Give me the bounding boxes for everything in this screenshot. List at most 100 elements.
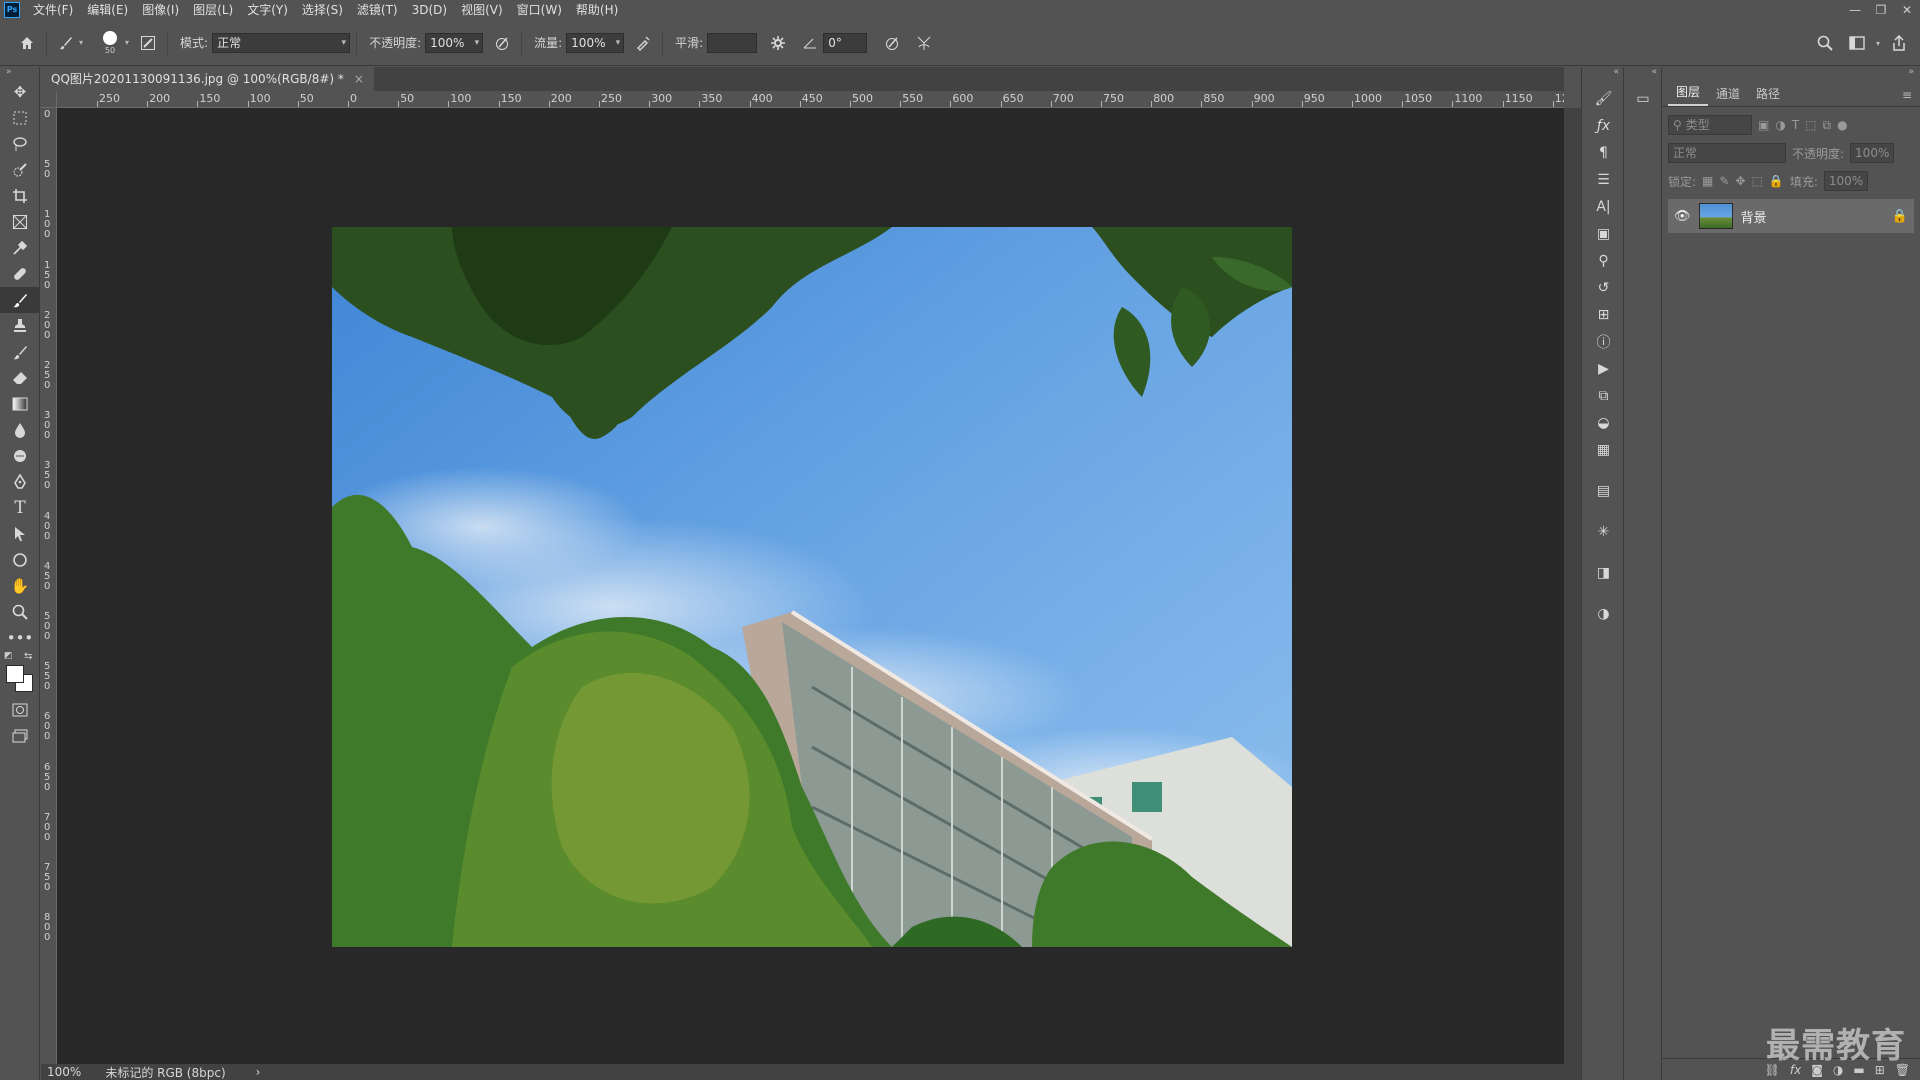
- vertical-scrollbar[interactable]: [1564, 108, 1581, 1064]
- libraries-icon[interactable]: ▣: [1582, 220, 1625, 247]
- home-icon[interactable]: [14, 30, 40, 56]
- history-brush-tool-icon[interactable]: [0, 339, 40, 365]
- fill-field[interactable]: 100%: [1823, 171, 1868, 191]
- workspace-icon[interactable]: [1844, 30, 1870, 56]
- airbrush-icon[interactable]: [630, 30, 656, 56]
- layer-comps-icon[interactable]: ⧉: [1582, 382, 1625, 409]
- crop-tool-icon[interactable]: [0, 183, 40, 209]
- share-icon[interactable]: [1886, 30, 1912, 56]
- lasso-tool-icon[interactable]: [0, 131, 40, 157]
- blur-tool-icon[interactable]: [0, 417, 40, 443]
- chevron-down-icon[interactable]: ▾: [79, 38, 83, 47]
- brush-tool-preset-icon[interactable]: [53, 30, 79, 56]
- flow-field[interactable]: 100% ▾: [566, 32, 625, 53]
- minimize-icon[interactable]: —: [1842, 0, 1868, 20]
- mode-select[interactable]: 正常 ▾: [212, 32, 351, 53]
- smoothing-field[interactable]: [707, 32, 758, 53]
- menu-image[interactable]: 图像(I): [135, 0, 186, 20]
- horizontal-ruler[interactable]: 250 200 150 100 50 0 50 100 150 200 250 300 350 400 45…: [57, 91, 1564, 108]
- brush-preset-picker[interactable]: 50: [95, 30, 125, 55]
- dodge-tool-icon[interactable]: [0, 443, 40, 469]
- lock-pixels-icon[interactable]: ✎: [1719, 174, 1729, 188]
- healing-brush-tool-icon[interactable]: [0, 261, 40, 287]
- gradient-tool-icon[interactable]: [0, 391, 40, 417]
- brushes-icon[interactable]: ƒx: [1582, 112, 1625, 139]
- eraser-tool-icon[interactable]: [0, 365, 40, 391]
- filter-toggle-icon[interactable]: ●: [1837, 118, 1847, 132]
- actions-play-icon[interactable]: ▶: [1582, 355, 1625, 382]
- hand-tool-icon[interactable]: ✋: [0, 573, 40, 599]
- menu-view[interactable]: 视图(V): [454, 0, 510, 20]
- history-icon[interactable]: ↺: [1582, 274, 1625, 301]
- lock-artboard-icon[interactable]: ⬚: [1752, 174, 1763, 188]
- screen-mode-icon[interactable]: [0, 723, 40, 749]
- foreground-color-swatch[interactable]: [6, 665, 24, 683]
- move-tool-icon[interactable]: ✥: [0, 79, 40, 105]
- search-icon[interactable]: [1812, 30, 1838, 56]
- timeline-grid-icon[interactable]: ▦: [1582, 436, 1625, 463]
- layer-row-background[interactable]: 👁 背景 🔒: [1668, 199, 1914, 233]
- layer-filter-select[interactable]: ⚲ 类型: [1668, 115, 1752, 135]
- layer-opacity-field[interactable]: 100%: [1850, 143, 1895, 163]
- character-icon[interactable]: A|: [1582, 193, 1625, 220]
- blend-mode-select[interactable]: 正常: [1668, 143, 1786, 163]
- panel-collapse-icon[interactable]: »: [1662, 67, 1920, 77]
- close-icon[interactable]: ✕: [1894, 0, 1920, 20]
- panel-collapse-icon[interactable]: «: [1582, 67, 1623, 85]
- vertical-ruler[interactable]: 0 50 100 150 200 250 300 350 400 450 500 550 600 650 7…: [41, 108, 57, 1064]
- more-tools-icon[interactable]: •••: [0, 625, 40, 651]
- restore-icon[interactable]: ❐: [1868, 0, 1894, 20]
- adjustments-icon[interactable]: ☰: [1582, 166, 1625, 193]
- 3d-icon[interactable]: ◒: [1582, 409, 1625, 436]
- visibility-eye-icon[interactable]: 👁: [1674, 209, 1691, 224]
- paragraph-icon[interactable]: ¶: [1582, 139, 1625, 166]
- zoom-tool-icon[interactable]: [0, 599, 40, 625]
- navigator-icon[interactable]: ✳: [1582, 518, 1625, 545]
- filter-shape-icon[interactable]: ⬚: [1805, 118, 1816, 132]
- swap-colors-icon[interactable]: ⇆: [24, 651, 32, 662]
- pressure-opacity-icon[interactable]: [489, 30, 515, 56]
- document-image[interactable]: [332, 227, 1292, 947]
- chevron-down-icon[interactable]: ▾: [125, 38, 129, 47]
- tab-channels[interactable]: 通道: [1708, 81, 1748, 106]
- marquee-tool-icon[interactable]: [0, 105, 40, 131]
- color-icon[interactable]: ◑: [1582, 600, 1625, 627]
- eyedropper-tool-icon[interactable]: [0, 235, 40, 261]
- menu-edit[interactable]: 编辑(E): [80, 0, 135, 20]
- filter-pixel-icon[interactable]: ▣: [1758, 118, 1769, 132]
- symmetry-icon[interactable]: [911, 30, 937, 56]
- notes-icon[interactable]: ▤: [1582, 477, 1625, 504]
- panel-collapse-icon[interactable]: «: [1624, 67, 1661, 85]
- frame-tool-icon[interactable]: [0, 209, 40, 235]
- lock-position-icon[interactable]: ✥: [1735, 174, 1745, 188]
- clone-source-icon[interactable]: ⚲: [1582, 247, 1625, 274]
- menu-file[interactable]: 文件(F): [26, 0, 80, 20]
- menu-filter[interactable]: 滤镜(T): [350, 0, 405, 20]
- menu-3d[interactable]: 3D(D): [405, 0, 454, 20]
- panel-menu-icon[interactable]: ≡: [1894, 84, 1920, 106]
- panel-collapse-icon[interactable]: »: [0, 67, 39, 79]
- clone-stamp-tool-icon[interactable]: [0, 313, 40, 339]
- opacity-field[interactable]: 100% ▾: [425, 32, 484, 53]
- menu-layer[interactable]: 图层(L): [186, 0, 240, 20]
- zoom-level[interactable]: 100%: [47, 1065, 81, 1079]
- path-selection-tool-icon[interactable]: [0, 521, 40, 547]
- layer-name[interactable]: 背景: [1741, 207, 1767, 226]
- menu-help[interactable]: 帮助(H): [569, 0, 625, 20]
- quick-mask-icon[interactable]: [0, 697, 40, 723]
- canvas-area[interactable]: [57, 108, 1564, 1064]
- brush-settings-panel-icon[interactable]: [135, 30, 161, 56]
- filter-type-icon[interactable]: T: [1792, 118, 1799, 132]
- document-tab[interactable]: QQ图片20201130091136.jpg @ 100%(RGB/8#) * …: [41, 67, 374, 91]
- swatches-icon[interactable]: ◨: [1582, 559, 1625, 586]
- angle-field[interactable]: 0°: [823, 32, 868, 53]
- filter-adjustment-icon[interactable]: ◑: [1775, 118, 1785, 132]
- filter-smart-object-icon[interactable]: ⧉: [1823, 118, 1832, 133]
- tab-paths[interactable]: 路径: [1748, 81, 1788, 106]
- document-info[interactable]: 未标记的 RGB (8bpc): [105, 1064, 225, 1080]
- status-menu-arrow-icon[interactable]: ›: [256, 1065, 261, 1079]
- properties-panel-icon[interactable]: ▭: [1624, 85, 1662, 112]
- menu-type[interactable]: 文字(Y): [240, 0, 295, 20]
- close-tab-icon[interactable]: ×: [354, 67, 364, 91]
- type-tool-icon[interactable]: T: [0, 495, 40, 521]
